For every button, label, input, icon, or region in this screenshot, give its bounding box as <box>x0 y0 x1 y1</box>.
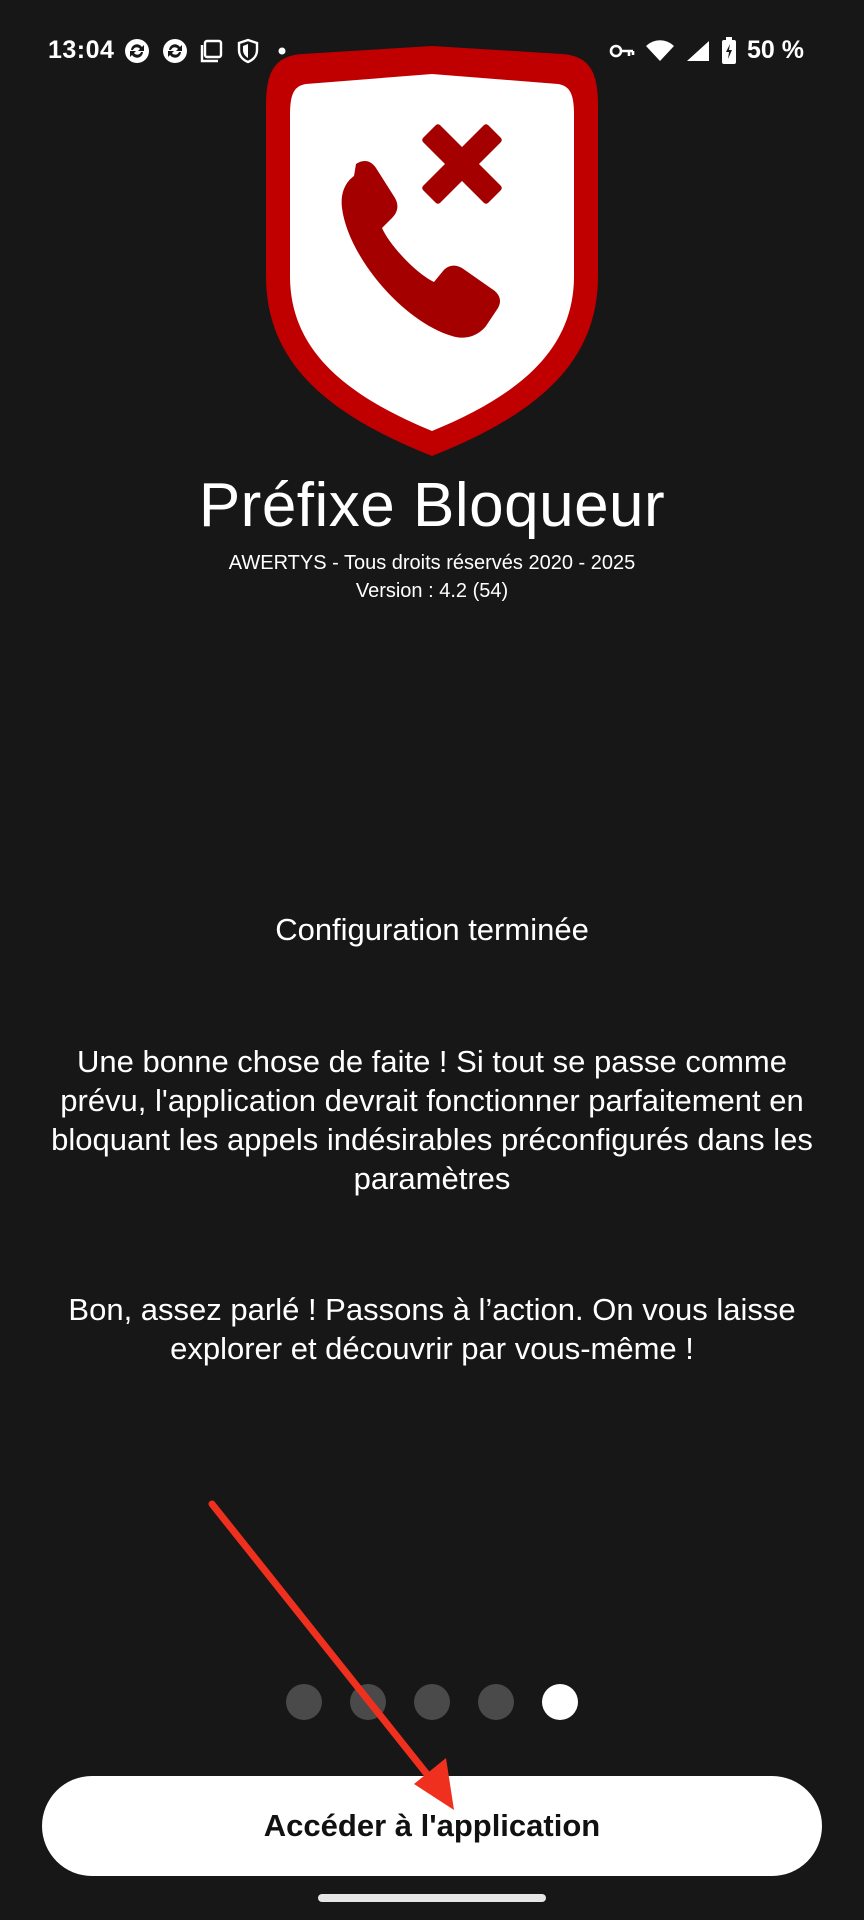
call-block-shield-icon <box>266 46 598 456</box>
access-app-button[interactable]: Accéder à l'application <box>42 1776 822 1876</box>
section-title: Configuration terminée <box>275 912 589 947</box>
battery-percent: 50 % <box>747 36 804 64</box>
gesture-navigation-bar[interactable] <box>318 1894 546 1902</box>
status-system-icons: 50 % <box>609 36 804 65</box>
page-dot-4[interactable] <box>478 1684 514 1720</box>
onboarding-paragraph-2: Bon, assez parlé ! Passons à l’action. O… <box>68 1292 796 1366</box>
app-copyright: AWERTYS - Tous droits réservés 2020 - 20… <box>228 552 636 574</box>
sync-icon <box>163 39 187 63</box>
onboarding-paragraph-1: Une bonne chose de faite ! Si tout se pa… <box>51 1044 813 1196</box>
page-dot-3[interactable] <box>414 1684 450 1720</box>
screen-icon <box>200 39 223 63</box>
signal-icon <box>687 40 710 61</box>
app-title: Préfixe Bloqueur <box>198 471 666 540</box>
status-time: 13:04 <box>48 36 115 64</box>
page-dot-2[interactable] <box>350 1684 386 1720</box>
wifi-icon <box>646 39 675 61</box>
battery-charging-icon <box>722 36 737 64</box>
page-indicator <box>0 1684 864 1720</box>
page-dot-5-active[interactable] <box>542 1684 578 1720</box>
app-version: Version : 4.2 (54) <box>355 580 509 602</box>
page-dot-1[interactable] <box>286 1684 322 1720</box>
vpn-key-icon <box>609 44 635 57</box>
onboarding-screen: 13:04 50 % Préfixe Bloqueur AWERTYS - To… <box>0 0 864 1920</box>
shield-icon <box>237 38 259 64</box>
sync-icon <box>125 39 149 63</box>
